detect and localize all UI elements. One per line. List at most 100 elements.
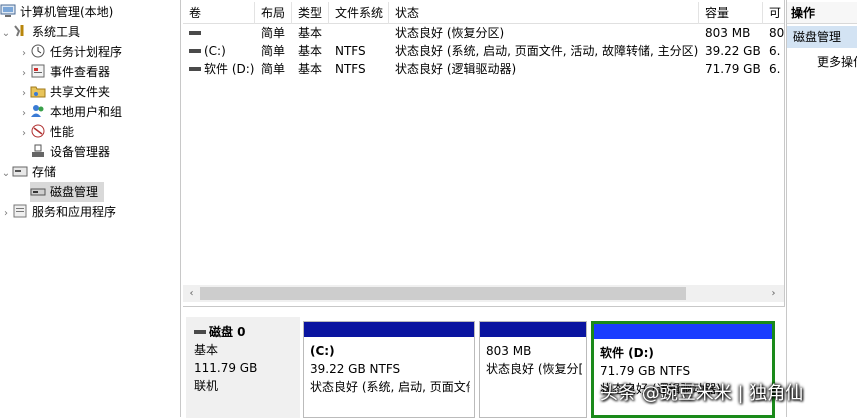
type-cell: 基本 (298, 44, 323, 58)
tree-item-label: 存储 (32, 165, 57, 179)
type-cell: 基本 (298, 62, 323, 76)
column-header-filesystem[interactable]: 文件系统 (329, 2, 389, 24)
layout-cell: 简单 (261, 44, 286, 58)
column-header-volume[interactable]: 卷 (183, 2, 255, 24)
partition-size: 39.22 GB NTFS (310, 362, 401, 376)
column-header-status[interactable]: 状态 (389, 2, 699, 24)
tree-item-label: 设备管理器 (50, 145, 111, 159)
scroll-left-icon[interactable]: ‹ (183, 285, 200, 302)
disk-0-label[interactable]: 磁盘 0 基本 111.79 GB 联机 (186, 317, 300, 418)
computer-management-window: 计算机管理(本地) ⌄ 系统工具 › 任务计划程序 › 事件查看器 › 共享文件夹 › 本… (0, 0, 857, 418)
device-manager-icon (30, 144, 46, 158)
partition-stripe (594, 324, 772, 339)
tree-item-label: 事件查看器 (50, 65, 111, 79)
volume-cell (183, 24, 255, 42)
free-cell: 80 (769, 26, 785, 40)
actions-header: 操作 (787, 2, 857, 24)
task-scheduler-icon (30, 44, 46, 58)
partition-size: 71.79 GB NTFS (600, 364, 691, 378)
tree-item-storage[interactable]: ⌄ 存储 (0, 162, 56, 182)
volume-icon (189, 49, 201, 53)
table-row[interactable]: (C:) 简单 基本 NTFS 状态良好 (系统, 启动, 页面文件, 活动, … (183, 42, 784, 60)
tree-item-label: 服务和应用程序 (32, 205, 117, 219)
volume-list: 卷 布局 类型 文件系统 状态 容量 可 简单 基本 状态良好 (恢复分区) 8… (183, 0, 785, 306)
tree-item-disk-management[interactable]: 磁盘管理 (30, 182, 104, 202)
actions-pane: 操作 磁盘管理 更多操作 (786, 0, 857, 417)
disk-state: 联机 (194, 379, 219, 393)
capacity-cell: 71.79 GB (705, 62, 761, 76)
status-cell: 状态良好 (系统, 启动, 页面文件, 活动, 故障转储, 主分区) (395, 44, 699, 58)
free-cell: 6. (769, 62, 781, 76)
tree-item-services-apps[interactable]: › 服务和应用程序 (0, 202, 116, 222)
tree-item-label: 性能 (50, 125, 75, 139)
column-header-capacity[interactable]: 容量 (699, 2, 763, 24)
partition-stripe (304, 322, 474, 337)
disk-name-row: 磁盘 0 (194, 323, 300, 341)
volume-cell: (C:) (183, 42, 255, 60)
type-cell: 基本 (298, 26, 323, 40)
tree-item-task-scheduler[interactable]: › 任务计划程序 (18, 42, 122, 62)
partition-name: 软件 (D:) (600, 346, 654, 360)
free-cell: 6. (769, 44, 781, 58)
column-header-free[interactable]: 可 (763, 2, 784, 24)
volume-list-header: 卷 布局 类型 文件系统 状态 容量 可 (183, 2, 784, 24)
scrollbar-thumb[interactable] (200, 287, 686, 300)
disk-type: 基本 (194, 343, 219, 357)
partition-status: 状态良好 (恢复分[ (486, 362, 582, 376)
chevron-right-icon[interactable]: › (18, 104, 30, 124)
status-cell: 状态良好 (逻辑驱动器) (395, 62, 517, 76)
tree-item-label: 任务计划程序 (50, 45, 123, 59)
column-header-type[interactable]: 类型 (292, 2, 329, 24)
performance-icon (30, 124, 46, 138)
tree-item-shared-folders[interactable]: › 共享文件夹 (18, 82, 110, 102)
layout-cell: 简单 (261, 62, 286, 76)
chevron-down-icon[interactable]: ⌄ (0, 24, 12, 44)
chevron-right-icon[interactable]: › (18, 84, 30, 104)
partition-name: (C:) (310, 344, 335, 358)
watermark-text: 头条 @豌豆米米 | 独角仙 (600, 383, 804, 404)
volume-icon (189, 67, 201, 71)
tree-item-computer-management[interactable]: 计算机管理(本地) (0, 2, 113, 22)
filesystem-cell: NTFS (335, 44, 366, 58)
system-tools-icon (12, 24, 28, 38)
partition-size: 803 MB (486, 344, 532, 358)
computer-management-icon (0, 4, 16, 18)
table-row[interactable]: 软件 (D:) 简单 基本 NTFS 状态良好 (逻辑驱动器) 71.79 GB… (183, 60, 784, 78)
disk-management-icon (30, 184, 46, 198)
partition-recovery[interactable]: 803 MB 状态良好 (恢复分[ (479, 321, 587, 418)
event-viewer-icon (30, 64, 46, 78)
table-row[interactable]: 简单 基本 状态良好 (恢复分区) 803 MB 80 (183, 24, 785, 42)
more-actions-link[interactable]: 更多操作 (817, 52, 857, 72)
volume-icon (189, 31, 201, 35)
tree-item-system-tools[interactable]: ⌄ 系统工具 (0, 22, 80, 42)
partition-stripe (480, 322, 586, 337)
volume-cell: 软件 (D:) (183, 60, 255, 78)
chevron-right-icon[interactable]: › (18, 124, 30, 144)
tree-item-label: 计算机管理(本地) (20, 5, 114, 19)
tree-item-label: 磁盘管理 (50, 185, 99, 199)
disk-name: 磁盘 0 (209, 325, 246, 339)
capacity-cell: 39.22 GB (705, 44, 761, 58)
tree-item-label: 本地用户和组 (50, 105, 123, 119)
chevron-right-icon[interactable]: › (18, 44, 30, 64)
filesystem-cell (329, 24, 389, 42)
disk-icon (194, 330, 206, 334)
tree-item-label: 系统工具 (32, 25, 81, 39)
status-cell: 状态良好 (恢复分区) (395, 26, 505, 40)
actions-section-disk-management[interactable]: 磁盘管理 (787, 26, 857, 48)
tree-item-device-manager[interactable]: 设备管理器 (30, 142, 110, 162)
scroll-right-icon[interactable]: › (765, 285, 782, 302)
column-header-layout[interactable]: 布局 (255, 2, 292, 24)
tree-item-local-users[interactable]: › 本地用户和组 (18, 102, 122, 122)
partition-c[interactable]: (C:) 39.22 GB NTFS 状态良好 (系统, 启动, 页面文件 (303, 321, 475, 418)
storage-icon (12, 164, 28, 178)
partition-status: 状态良好 (系统, 启动, 页面文件 (310, 380, 470, 394)
capacity-cell: 803 MB (705, 26, 751, 40)
chevron-right-icon[interactable]: › (18, 64, 30, 84)
chevron-down-icon[interactable]: ⌄ (0, 164, 12, 184)
tree-item-performance[interactable]: › 性能 (18, 122, 74, 142)
tree-item-label: 共享文件夹 (50, 85, 111, 99)
tree-item-event-viewer[interactable]: › 事件查看器 (18, 62, 110, 82)
chevron-right-icon[interactable]: › (0, 204, 12, 224)
horizontal-scrollbar[interactable]: ‹ › (183, 285, 784, 302)
